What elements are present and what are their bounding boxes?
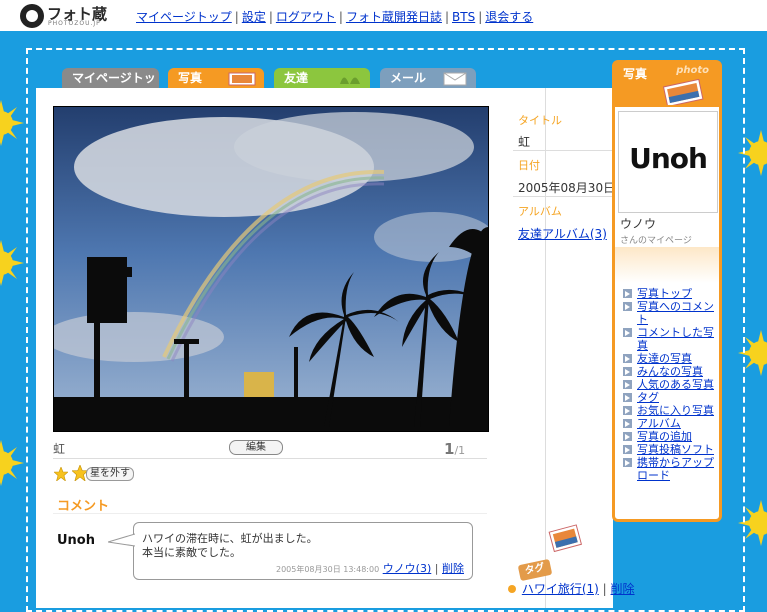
card-link-albums[interactable]: アルバム <box>621 417 719 430</box>
card-link-photo-comments[interactable]: 写真へのコメント <box>621 300 719 326</box>
sun-decoration <box>0 440 24 486</box>
tab-friends[interactable]: 友達 <box>274 68 370 88</box>
card-link-popular-photos[interactable]: 人気のある写真 <box>621 378 719 391</box>
meta-album-label: アルバム <box>518 205 562 218</box>
card-link-everyone-photos[interactable]: みんなの写真 <box>621 365 719 378</box>
comment-delete-link[interactable]: 削除 <box>442 562 464 575</box>
meta-album-link[interactable]: 友達アルバム(3) <box>518 225 607 242</box>
arrow-icon <box>623 289 632 298</box>
meta-divider <box>513 196 613 197</box>
arrow-icon <box>623 406 632 415</box>
unstar-button[interactable]: 星を外す <box>72 465 134 481</box>
arrow-icon <box>623 328 632 337</box>
profile-card: 写真 photo Unoh ウノウ さんのマイページ 写真トップ 写真へのコメン… <box>612 60 722 522</box>
photo-divider <box>53 458 487 459</box>
arrow-icon <box>623 393 632 402</box>
card-header-en: photo <box>676 65 709 76</box>
arrow-icon <box>623 302 632 311</box>
arrow-icon <box>623 367 632 376</box>
meta-title-value: 虹 <box>518 135 531 149</box>
arrow-icon <box>623 458 632 467</box>
card-menu: 写真トップ 写真へのコメント コメントした写真 友達の写真 みんなの写真 人気の… <box>621 287 719 482</box>
tab-photo[interactable]: 写真 <box>168 68 264 88</box>
bubble-tail-icon <box>108 533 135 547</box>
edit-button[interactable]: 編集 <box>229 440 283 455</box>
friends-tab-icon <box>340 77 360 84</box>
photo-image[interactable] <box>53 106 489 432</box>
site-logo[interactable]: フォト蔵 PHOTOZOU.JP <box>20 4 120 28</box>
comment-timestamp: 2005年08月30日 13:48:00 <box>275 565 380 574</box>
photo-title: 虹 <box>53 442 66 456</box>
nav-settings[interactable]: 設定 <box>242 10 266 24</box>
sun-decoration <box>0 100 24 146</box>
meta-title-label: タイトル <box>518 114 562 127</box>
tag-bullet-icon <box>508 585 516 593</box>
card-link-photo-top[interactable]: 写真トップ <box>621 287 719 300</box>
comment-text-line2: 本当に素敵でした。 <box>142 546 241 559</box>
card-avatar[interactable]: Unoh <box>618 111 718 213</box>
logo-sub: PHOTOZOU.JP <box>48 20 101 27</box>
nav-unsubscribe[interactable]: 退会する <box>485 10 533 24</box>
tag-item-link[interactable]: ハワイ旅行(1) <box>522 582 599 596</box>
commenter-avatar[interactable]: Unoh <box>57 533 95 548</box>
rainbow-photo <box>54 107 488 431</box>
arrow-icon <box>623 354 632 363</box>
card-fade <box>615 247 719 283</box>
comment-bubble: ハワイの滞在時に、虹が出ました。 本当に素敵でした。 2005年08月30日 1… <box>108 522 473 580</box>
tag-delete-link[interactable]: 削除 <box>611 582 635 596</box>
card-photo-icon <box>662 79 704 105</box>
arrow-icon <box>623 445 632 454</box>
card-header: 写真 photo <box>615 63 719 107</box>
nav-dev-blog[interactable]: フォト蔵開発日誌 <box>346 10 442 24</box>
top-bar: フォト蔵 PHOTOZOU.JP マイページトップ | 設定 | ログアウト | フォト蔵開… <box>0 0 767 31</box>
comments-heading: コメント <box>57 499 110 514</box>
arrow-icon <box>623 419 632 428</box>
arrow-icon <box>623 432 632 441</box>
card-link-mobile-upload[interactable]: 携帯からアップロード <box>621 456 719 482</box>
tag-photo-icon <box>548 524 583 552</box>
page-current: 1 <box>444 440 455 458</box>
star-icon <box>54 467 68 481</box>
meta-divider <box>513 150 613 151</box>
card-avatar-text: Unoh <box>629 142 708 175</box>
page-total: /1 <box>454 444 466 457</box>
top-nav: マイページトップ | 設定 | ログアウト | フォト蔵開発日誌 | BTS | 退会する <box>136 10 534 24</box>
tag-row: ハワイ旅行(1) | 削除 <box>508 580 635 597</box>
card-link-commented-photos[interactable]: コメントした写真 <box>621 326 719 352</box>
card-link-add-photo[interactable]: 写真の追加 <box>621 430 719 443</box>
page-indicator: 1/1 <box>444 440 465 458</box>
nav-logout[interactable]: ログアウト <box>276 10 336 24</box>
sun-decoration <box>0 240 24 286</box>
meta-date-label: 日付 <box>518 159 540 172</box>
card-header-jp: 写真 <box>623 67 648 81</box>
logo-mark-icon <box>20 4 44 28</box>
card-link-favorites[interactable]: お気に入り写真 <box>621 404 719 417</box>
comments-divider <box>53 513 487 514</box>
card-link-friends-photos[interactable]: 友達の写真 <box>621 352 719 365</box>
comment-author-link[interactable]: ウノウ(3) <box>383 562 432 575</box>
card-user-sub: さんのマイページ <box>620 236 692 246</box>
comment-meta: 2005年08月30日 13:48:00 ウノウ(3) | 削除 <box>275 562 464 575</box>
mail-tab-icon <box>443 72 467 86</box>
arrow-icon <box>623 380 632 389</box>
tab-mail[interactable]: メール <box>380 68 476 88</box>
meta-date-value: 2005年08月30日 <box>518 181 616 195</box>
nav-mypage-top[interactable]: マイページトップ <box>136 10 232 24</box>
card-user-name[interactable]: ウノウ <box>620 215 656 232</box>
card-link-tags[interactable]: タグ <box>621 391 719 404</box>
photo-tab-icon <box>228 72 256 86</box>
tab-mypage-top[interactable]: マイページトップ <box>62 68 159 105</box>
nav-bts[interactable]: BTS <box>452 10 475 24</box>
card-link-upload-software[interactable]: 写真投稿ソフト <box>621 443 719 456</box>
